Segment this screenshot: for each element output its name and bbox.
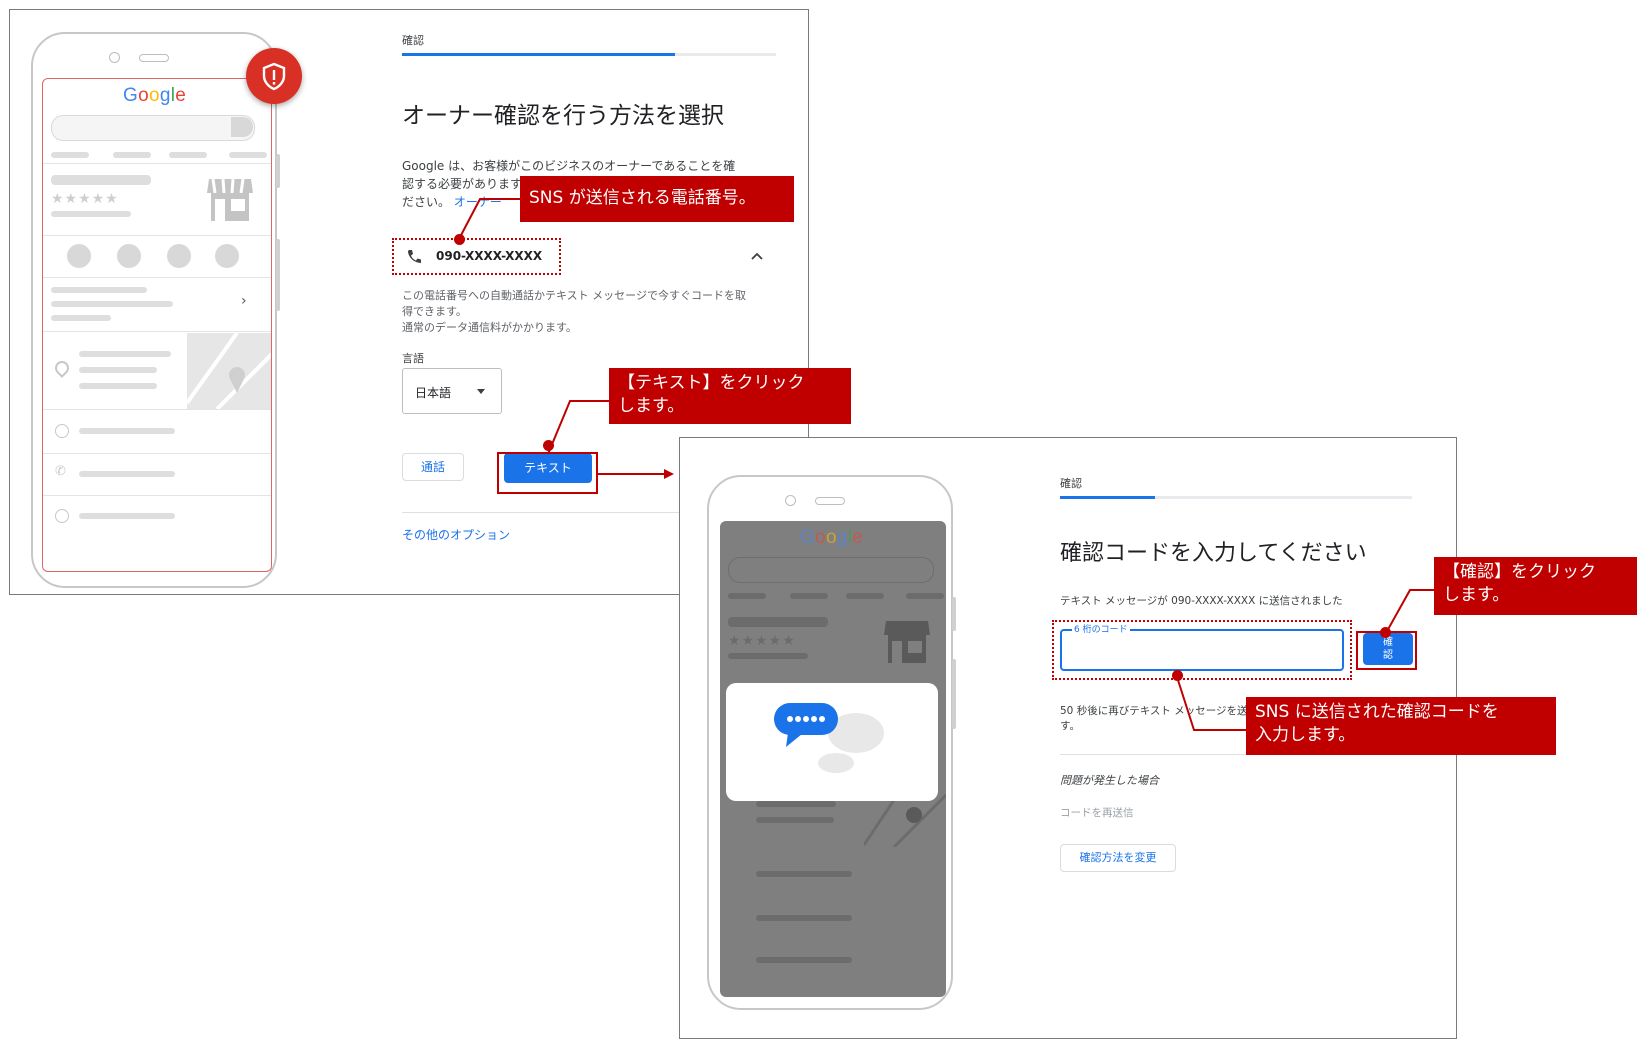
highlight-phone-number [392, 238, 561, 275]
highlight-code-input [1052, 620, 1352, 680]
pointer-dot [1172, 670, 1183, 681]
callout-text-button: 【テキスト】をクリック します。 [609, 368, 851, 424]
annotation-connectors [458, 198, 1436, 731]
highlight-text-button [497, 452, 598, 494]
connector-confirm [1385, 589, 1436, 634]
pointer-dot [454, 234, 465, 245]
arrowhead-icon [664, 469, 674, 479]
callout-phone-number: SNS が送信される電話番号。 [520, 176, 794, 222]
callout-enter-code: SNS に送信された確認コードを 入力します。 [1246, 697, 1556, 755]
connector-code-input [1176, 676, 1250, 731]
pointer-dot [1380, 627, 1391, 638]
connector-phone-number [458, 198, 524, 240]
pointer-dot [543, 440, 554, 451]
connector-text-button [547, 400, 611, 455]
callout-confirm-button: 【確認】をクリック します。 [1434, 557, 1637, 615]
